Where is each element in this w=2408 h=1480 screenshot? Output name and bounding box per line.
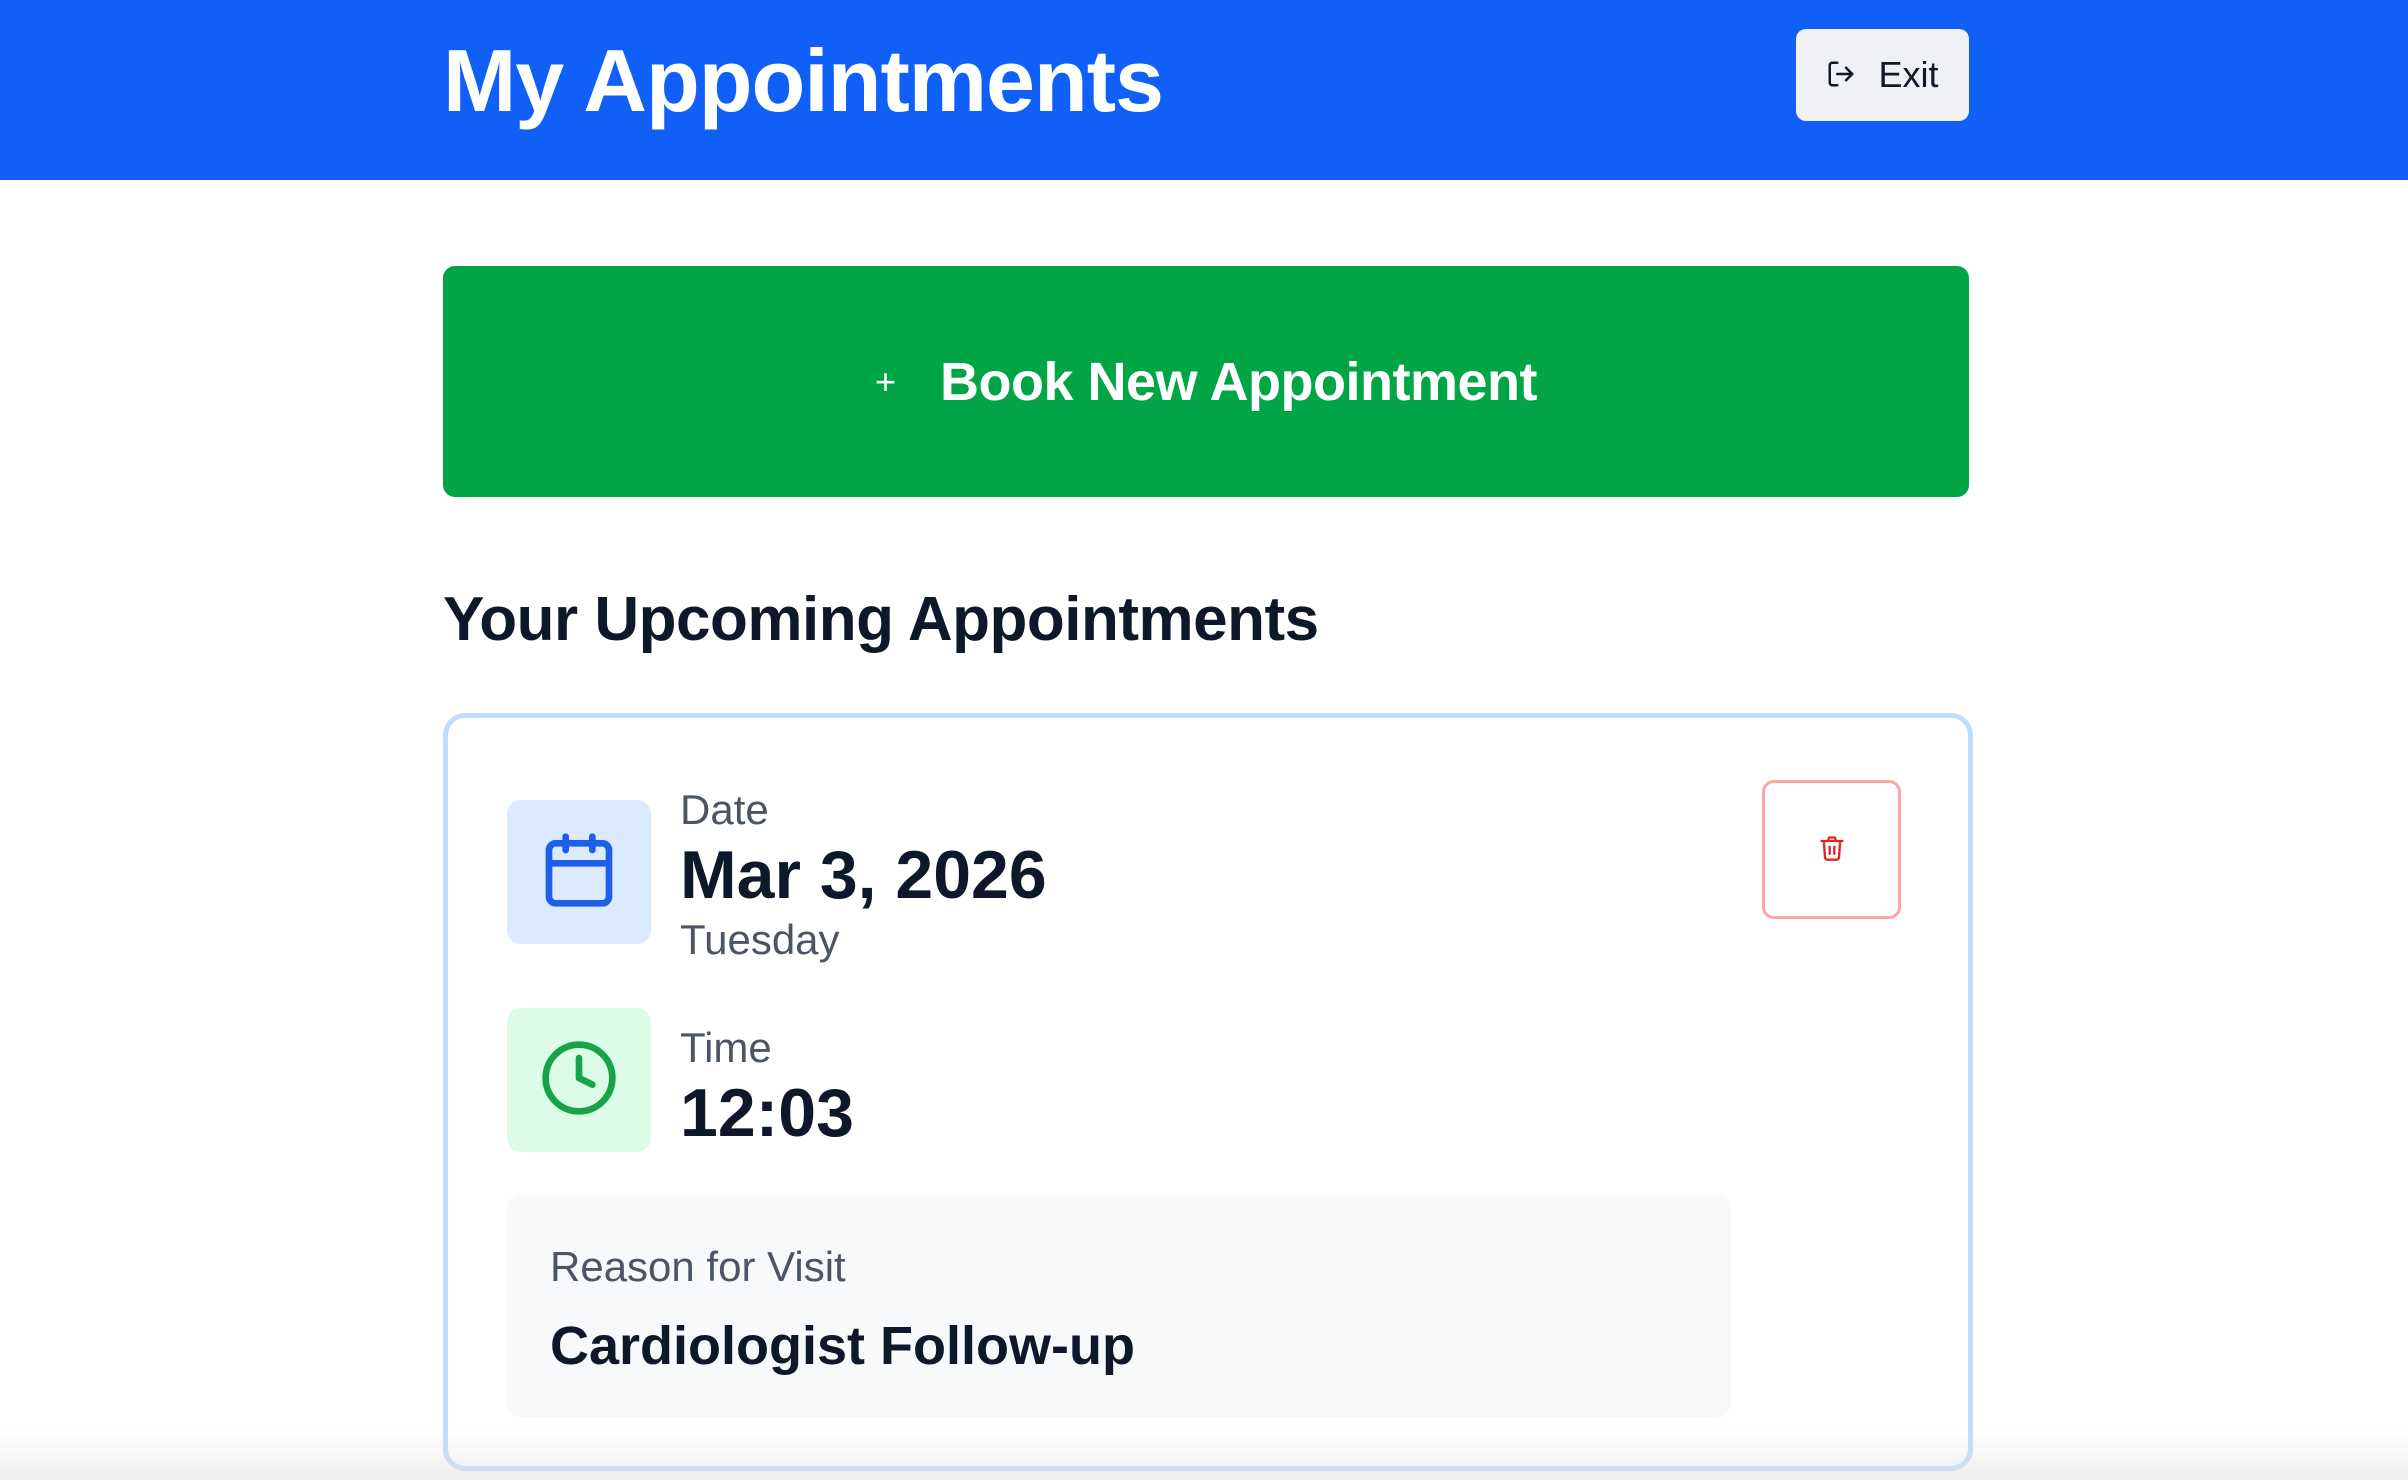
reason-label: Reason for Visit <box>550 1243 846 1290</box>
book-button-label: Book New Appointment <box>940 351 1537 412</box>
calendar-icon <box>539 830 619 915</box>
reason-value: Cardiologist Follow-up <box>550 1316 1135 1376</box>
date-icon-box <box>507 800 651 944</box>
date-label: Date <box>680 786 769 833</box>
time-icon-box <box>507 1008 651 1152</box>
trash-icon <box>1818 834 1846 865</box>
plus-icon: + <box>874 360 897 402</box>
section-title: Your Upcoming Appointments <box>443 585 1319 654</box>
clock-icon <box>539 1038 619 1123</box>
appointment-card: Date Mar 3, 2026 Tuesday Time 12:03 Reas… <box>443 713 1973 1471</box>
page-title: My Appointments <box>443 31 1164 130</box>
log-out-icon <box>1826 59 1856 92</box>
exit-label: Exit <box>1878 54 1939 95</box>
appointment-time: 12:03 <box>680 1075 854 1151</box>
time-label: Time <box>680 1024 772 1071</box>
delete-appointment-button[interactable] <box>1762 780 1901 919</box>
book-new-appointment-button[interactable]: + Book New Appointment <box>443 266 1969 497</box>
app-header: My Appointments Exit <box>0 0 2408 180</box>
exit-button[interactable]: Exit <box>1796 29 1969 121</box>
appointment-weekday: Tuesday <box>680 916 840 963</box>
reason-box: Reason for Visit Cardiologist Follow-up <box>507 1195 1731 1417</box>
appointment-date: Mar 3, 2026 <box>680 837 1047 913</box>
